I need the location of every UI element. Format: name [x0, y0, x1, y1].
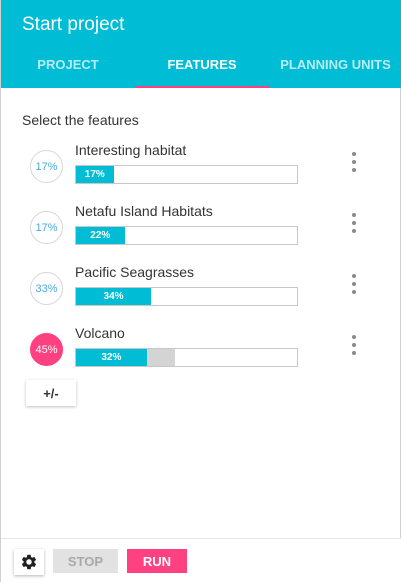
- tab-bar: PROJECT FEATURES PLANNING UNITS: [1, 40, 401, 88]
- feature-progress-fill: 32%: [76, 349, 147, 366]
- feature-progress-bar: 32%: [75, 348, 298, 367]
- panel-title: Start project: [22, 14, 125, 35]
- section-label: Select the features: [22, 112, 139, 128]
- gear-icon: [21, 554, 37, 570]
- start-project-panel: Start project PROJECT FEATURES PLANNING …: [0, 0, 401, 582]
- more-options-icon[interactable]: [347, 272, 361, 296]
- feature-name: Netafu Island Habitats: [75, 203, 213, 219]
- feature-name: Interesting habitat: [75, 142, 187, 158]
- panel-header: Start project PROJECT FEATURES PLANNING …: [1, 0, 401, 88]
- feature-name: Volcano: [75, 325, 125, 341]
- tab-planning-units[interactable]: PLANNING UNITS: [269, 40, 401, 88]
- feature-progress-bar: 17%: [75, 165, 298, 184]
- feature-target-badge[interactable]: 17%: [30, 211, 63, 244]
- feature-target-badge[interactable]: 45%: [30, 333, 63, 366]
- stop-button[interactable]: STOP: [53, 549, 118, 573]
- feature-target-badge[interactable]: 17%: [30, 150, 63, 183]
- feature-name: Pacific Seagrasses: [75, 264, 195, 280]
- panel-footer: STOP RUN: [1, 538, 401, 582]
- run-button[interactable]: RUN: [127, 549, 187, 573]
- feature-progress-bar: 34%: [75, 287, 298, 306]
- tab-project[interactable]: PROJECT: [1, 40, 135, 88]
- add-remove-features-button[interactable]: +/-: [26, 380, 76, 406]
- feature-row: 33% Pacific Seagrasses 34%: [1, 264, 401, 328]
- feature-progress-bar: 22%: [75, 226, 298, 245]
- feature-progress-fill: 34%: [76, 288, 152, 305]
- feature-row: 17% Interesting habitat 17%: [1, 142, 401, 206]
- feature-target-badge[interactable]: 33%: [30, 272, 63, 305]
- feature-row: 17% Netafu Island Habitats 22%: [1, 203, 401, 267]
- more-options-icon[interactable]: [347, 333, 361, 357]
- more-options-icon[interactable]: [347, 211, 361, 235]
- tab-features[interactable]: FEATURES: [135, 40, 269, 88]
- more-options-icon[interactable]: [347, 150, 361, 174]
- feature-progress-fill: 17%: [76, 166, 114, 183]
- feature-progress-fill: 22%: [76, 227, 125, 244]
- settings-button[interactable]: [14, 549, 44, 575]
